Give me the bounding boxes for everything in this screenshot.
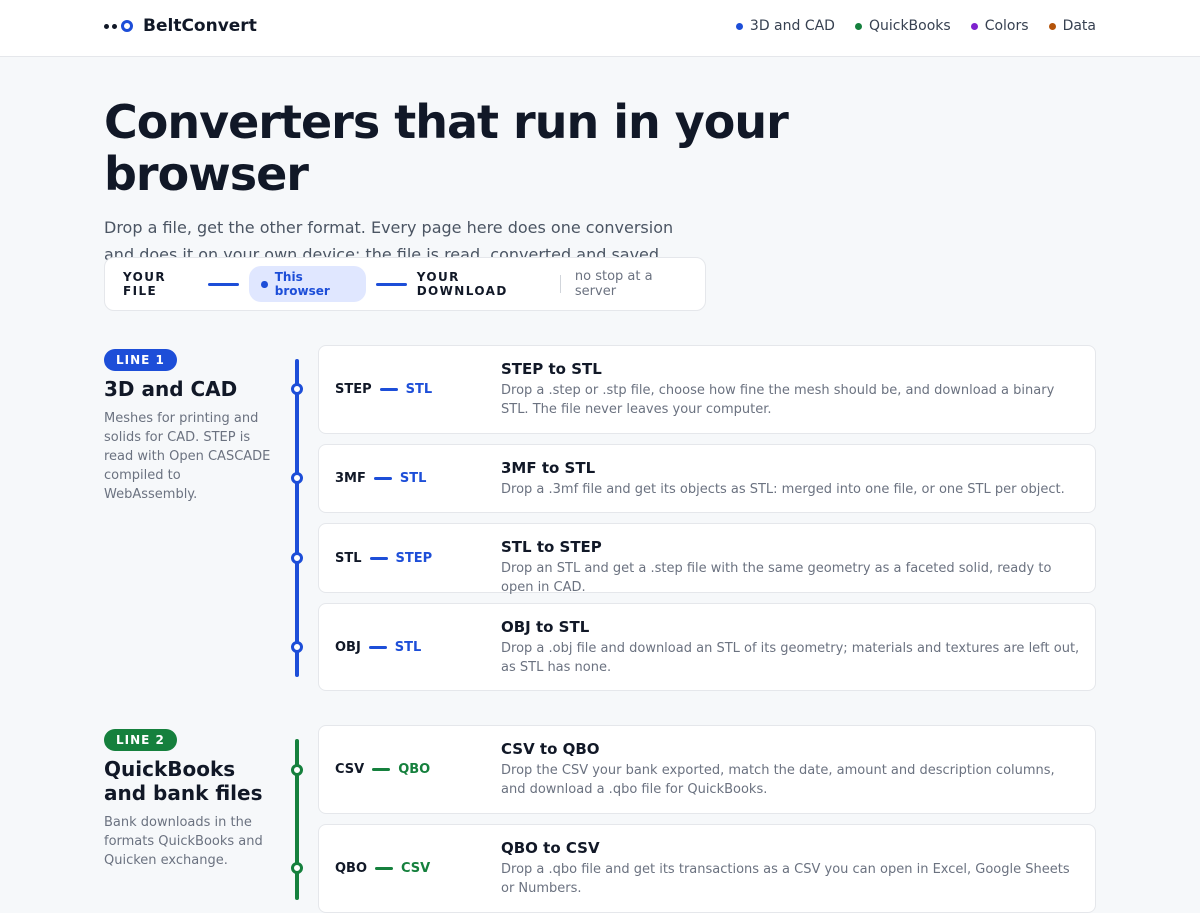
converter-card-csv-qbo[interactable]: CSV QBO CSV to QBO Drop the CSV your ban… [318,725,1096,814]
nav-label: Data [1062,18,1096,34]
nav-item-3d-cad[interactable]: 3D and CAD [735,18,835,34]
top-nav: 3D and CAD QuickBooks Colors Data [735,18,1096,34]
dot-icon [970,22,978,30]
card-desc: Drop an STL and get a .step file with th… [501,561,1052,595]
route: STEP STL [335,382,432,397]
station-stop-icon [291,641,303,653]
dot-icon [261,280,268,288]
route-to: STEP [395,551,433,566]
card-desc: Drop a .qbo file and get its transaction… [501,862,1070,896]
section-side: LINE 1 3D and CAD Meshes for printing an… [104,349,274,504]
nav-label: QuickBooks [868,18,951,34]
flow-from-label: YOUR FILE [123,270,167,298]
brand-name: BeltConvert [143,16,257,36]
station-stop-icon [291,764,303,776]
site-header: BeltConvert 3D and CAD QuickBooks Colors… [0,0,1200,57]
flow-browser-pill: This browser [249,266,366,302]
station-stop-icon [291,472,303,484]
dot-icon [735,22,743,30]
flow-connector [375,282,407,286]
section-title: QuickBooks and bank files [104,757,263,805]
page-title: Converters that run in your browser [104,95,789,201]
section-desc: Meshes for printing and solids for CAD. … [104,411,271,502]
line-rail [295,359,299,677]
section-title: 3D and CAD [104,377,238,401]
flow-to-label: YOUR DOWNLOAD [416,270,508,298]
route-connector [372,768,391,771]
route-from: 3MF [335,471,366,486]
divider [559,275,561,293]
nav-item-data[interactable]: Data [1048,18,1096,34]
card-desc: Drop the CSV your bank exported, match t… [501,763,1055,797]
route: QBO CSV [335,861,430,876]
card-title: CSV to QBO [501,740,600,758]
flow-note: no stop at a server [574,269,653,299]
station-stop-icon [291,383,303,395]
converter-card-obj-stl[interactable]: OBJ STL OBJ to STL Drop a .obj file and … [318,603,1096,691]
flow-browser-label: This browser [274,270,330,298]
card-title: OBJ to STL [501,618,590,636]
card-title: 3MF to STL [501,459,596,477]
route-from: STL [335,551,362,566]
route: STL STEP [335,551,432,566]
station-stop-icon [291,862,303,874]
route-to: CSV [401,861,431,876]
belt-logo-icon [104,20,133,32]
route-connector [368,646,387,649]
nav-label: Colors [984,18,1029,34]
route-connector [375,867,394,870]
route-from: CSV [335,762,365,777]
route: 3MF STL [335,471,426,486]
route-connector [379,388,398,391]
station-stop-icon [291,552,303,564]
card-title: STL to STEP [501,538,602,556]
nav-item-quickbooks[interactable]: QuickBooks [854,18,951,34]
route-to: STL [405,382,433,397]
route-connector [373,477,392,480]
brand-logo[interactable]: BeltConvert [104,16,257,36]
route: OBJ STL [335,640,421,655]
section-side: LINE 2 QuickBooks and bank files Bank do… [104,729,274,870]
route-to: STL [394,640,422,655]
card-desc: Drop a .3mf file and get its objects as … [501,482,1065,497]
nav-label: 3D and CAD [749,18,835,34]
card-title: STEP to STL [501,360,602,378]
route-connector [369,557,388,560]
converter-card-3mf-stl[interactable]: 3MF STL 3MF to STL Drop a .3mf file and … [318,444,1096,513]
route: CSV QBO [335,762,430,777]
card-desc: Drop a .step or .stp file, choose how fi… [501,383,1055,417]
flow-diagram: YOUR FILE This browser YOUR DOWNLOAD no … [104,257,706,311]
line-badge: LINE 2 [104,729,177,751]
route-to: STL [399,471,427,486]
converter-card-stl-step[interactable]: STL STEP STL to STEP Drop an STL and get… [318,523,1096,595]
route-from: QBO [335,861,368,876]
section-desc: Bank downloads in the formats QuickBooks… [104,815,263,868]
route-from: STEP [335,382,372,397]
route-to: QBO [398,762,431,777]
converter-card-step-stl[interactable]: STEP STL STEP to STL Drop a .step or .st… [318,345,1096,434]
line-badge: LINE 1 [104,349,177,371]
card-desc: Drop a .obj file and download an STL of … [501,641,1080,675]
dot-icon [1048,22,1056,30]
nav-item-colors[interactable]: Colors [970,18,1029,34]
card-title: QBO to CSV [501,839,600,857]
dot-icon [854,22,862,30]
flow-connector [208,282,240,286]
route-from: OBJ [335,640,361,655]
